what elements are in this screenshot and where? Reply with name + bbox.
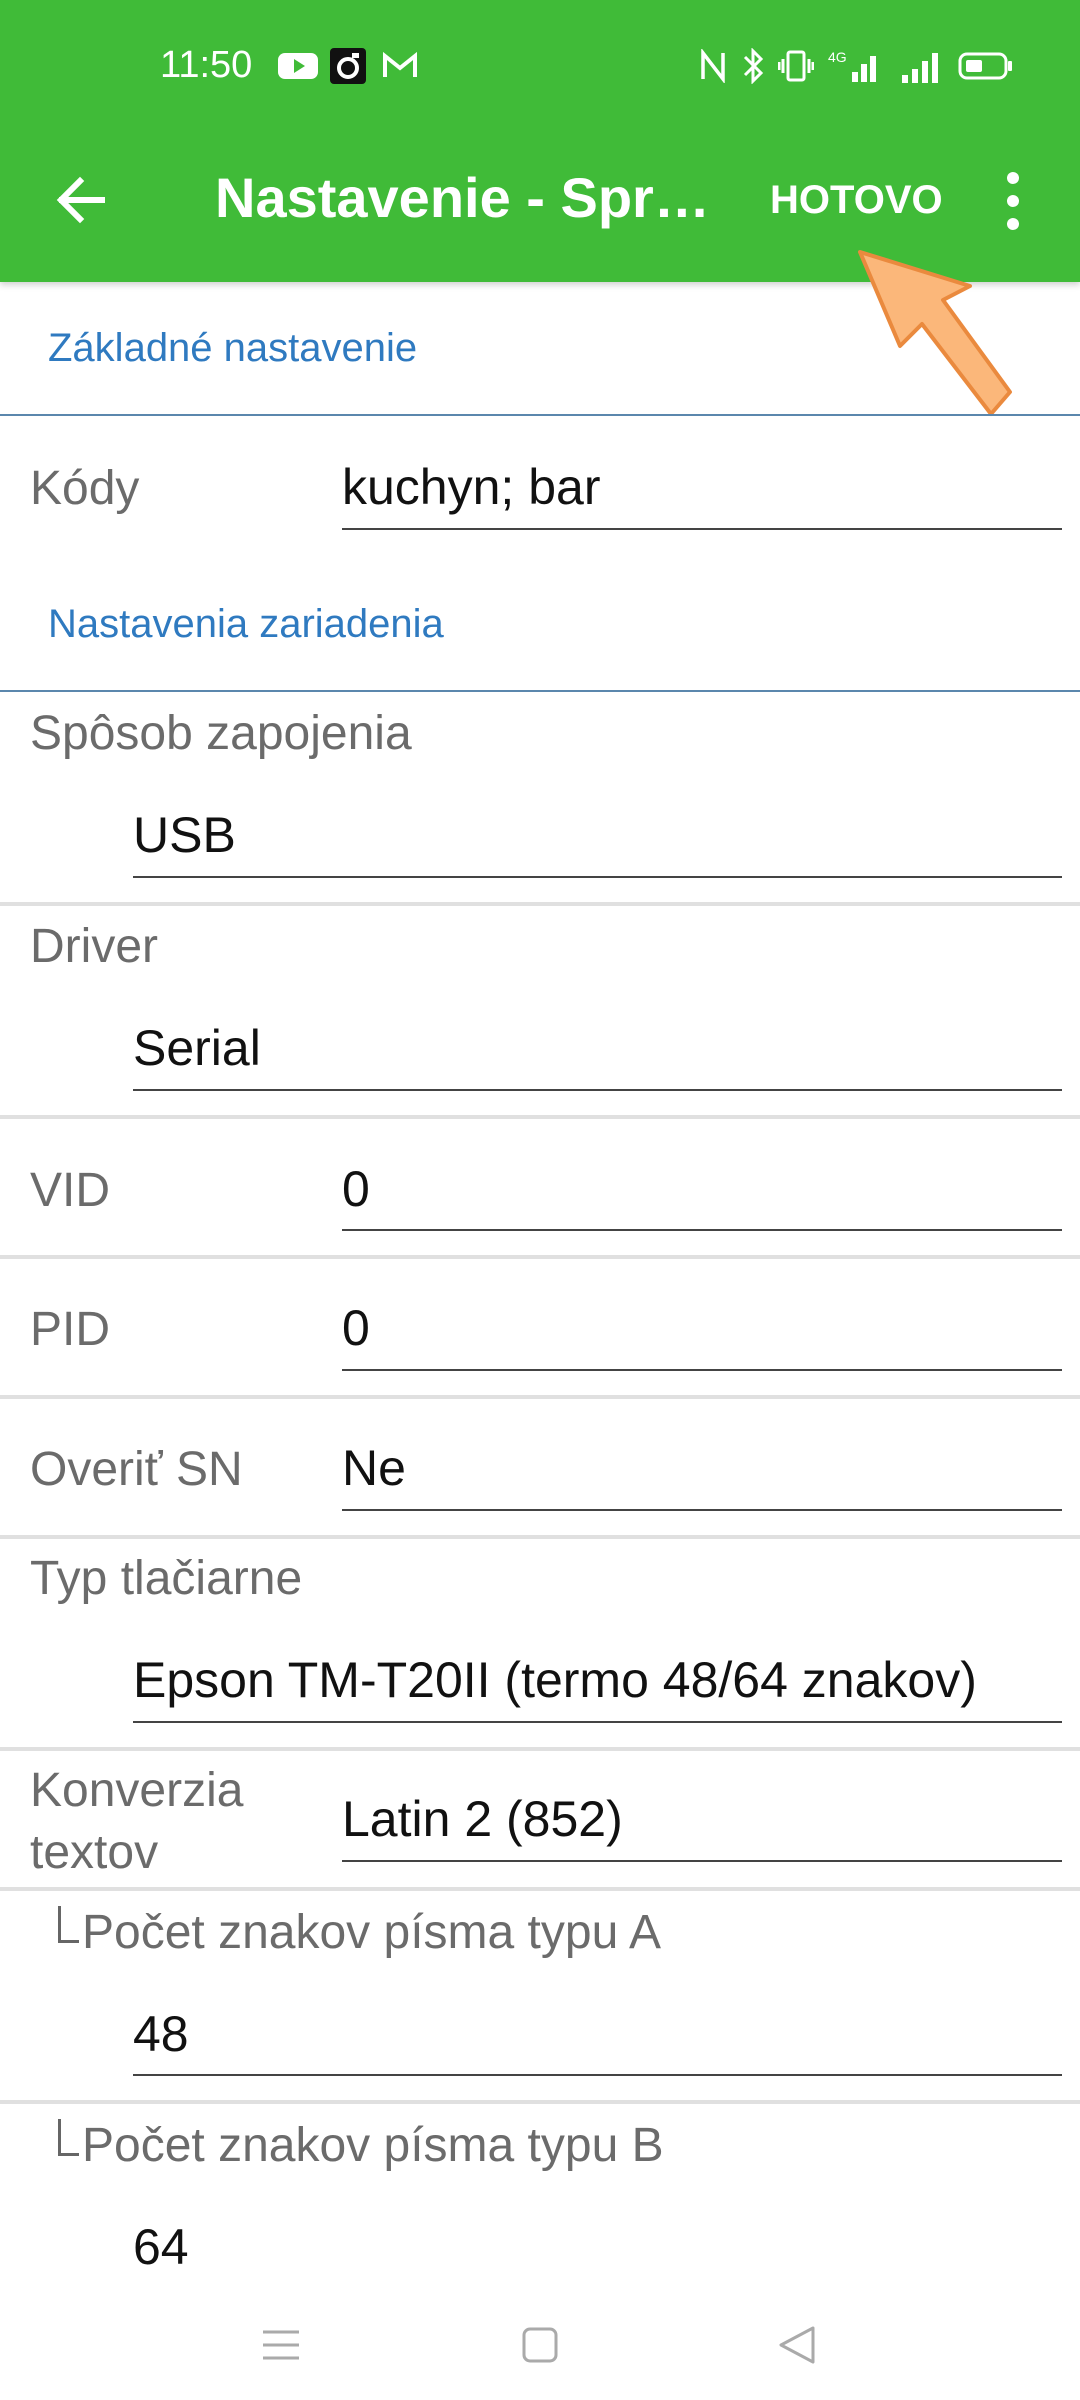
- row-divider: [0, 1395, 1080, 1399]
- section-header-basic: Základné nastavenie: [48, 326, 418, 370]
- field-label-konverzia: Konverzia textov: [30, 1764, 244, 1879]
- field-label-driver: Driver: [30, 920, 158, 973]
- row-divider: [0, 1887, 1080, 1891]
- vid-underline: [342, 1229, 1062, 1231]
- pocet-a-input[interactable]: 48: [133, 2005, 189, 2063]
- done-button[interactable]: HOTOVO: [770, 178, 943, 223]
- overit-select[interactable]: Ne: [342, 1439, 406, 1497]
- sposob-select[interactable]: USB: [133, 806, 236, 864]
- sposob-underline: [133, 876, 1062, 878]
- battery-icon: [958, 48, 1014, 84]
- navigation-bar: [0, 2290, 1080, 2400]
- pocet-b-input[interactable]: 64: [133, 2218, 189, 2276]
- back-button[interactable]: [50, 168, 114, 232]
- menu-icon: [263, 2330, 299, 2360]
- sub-setting-corner-icon: [58, 2119, 79, 2156]
- row-divider: [0, 1747, 1080, 1751]
- field-label-pid: PID: [30, 1303, 111, 1356]
- more-options-button[interactable]: [998, 170, 1028, 232]
- nav-back-button[interactable]: [762, 2310, 832, 2380]
- more-vert-icon: [1007, 172, 1019, 230]
- driver-select[interactable]: Serial: [133, 1019, 261, 1077]
- 4g-signal-icon: 4G: [828, 48, 884, 84]
- field-label-overit: Overiť SN: [30, 1443, 243, 1496]
- typ-select[interactable]: Epson TM-T20II (termo 48/64 znakov): [133, 1651, 977, 1709]
- home-square-icon: [522, 2327, 558, 2363]
- status-time: 11:50: [160, 44, 253, 86]
- typ-underline: [133, 1721, 1062, 1723]
- row-divider: [0, 1535, 1080, 1539]
- nav-home-button[interactable]: [505, 2310, 575, 2380]
- field-label-pocet-a: Počet znakov písma typu A: [82, 1906, 661, 1959]
- page-title: Nastavenie - Spr…: [215, 166, 710, 229]
- row-divider: [0, 1255, 1080, 1259]
- nav-menu-button[interactable]: [246, 2310, 316, 2380]
- camera-icon: [330, 48, 366, 84]
- pocet-a-underline: [133, 2074, 1062, 2076]
- row-divider: [0, 2100, 1080, 2104]
- pid-underline: [342, 1369, 1062, 1371]
- konverzia-underline: [342, 1860, 1062, 1862]
- app-bar: 11:50 4G Nastavenie - Spr… HOTOVO: [0, 0, 1080, 282]
- signal-icon: [900, 48, 944, 84]
- kody-underline: [342, 528, 1062, 530]
- field-label-vid: VID: [30, 1164, 111, 1217]
- section-divider: [0, 414, 1080, 416]
- sub-setting-corner-icon: [58, 1906, 79, 1943]
- driver-underline: [133, 1089, 1062, 1091]
- vibrate-icon: [778, 48, 814, 84]
- nfc-icon: [698, 48, 728, 84]
- youtube-icon: [278, 48, 318, 84]
- overit-underline: [342, 1509, 1062, 1511]
- vid-input[interactable]: 0: [342, 1160, 370, 1218]
- back-triangle-icon: [779, 2326, 815, 2364]
- field-label-kody: Kódy: [30, 462, 140, 515]
- kody-input[interactable]: kuchyn; bar: [342, 458, 600, 516]
- field-label-sposob: Spôsob zapojenia: [30, 707, 412, 760]
- section-header-device: Nastavenia zariadenia: [48, 602, 444, 646]
- arrow-back-icon: [56, 176, 105, 224]
- annotation-arrow-icon: [858, 250, 1012, 416]
- konverzia-select[interactable]: Latin 2 (852): [342, 1790, 623, 1848]
- field-label-pocet-b: Počet znakov písma typu B: [82, 2119, 664, 2172]
- field-label-typ: Typ tlačiarne: [30, 1552, 303, 1605]
- gmail-icon: [382, 48, 418, 84]
- status-bar: 11:50 4G: [0, 0, 1080, 140]
- row-divider: [0, 1115, 1080, 1119]
- row-divider: [0, 902, 1080, 906]
- section-divider: [0, 690, 1080, 692]
- bluetooth-icon: [740, 48, 766, 84]
- pid-input[interactable]: 0: [342, 1299, 370, 1357]
- svg-text:4G: 4G: [828, 49, 847, 65]
